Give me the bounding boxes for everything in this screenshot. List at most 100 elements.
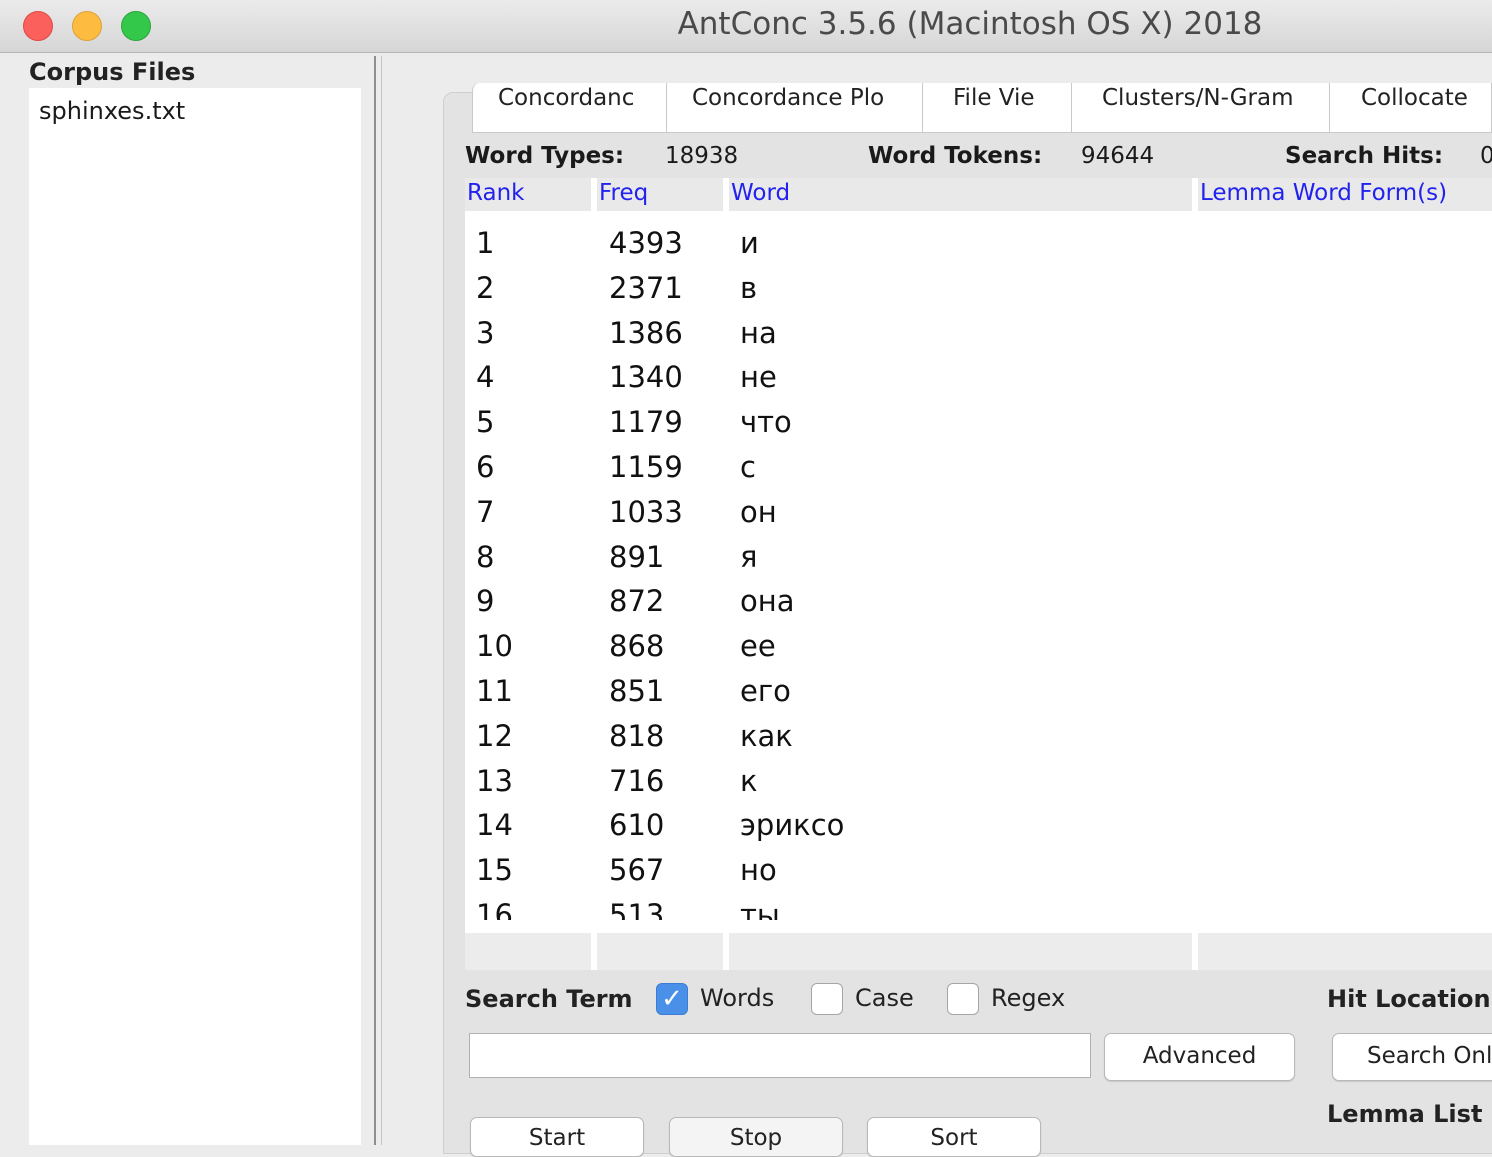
freq-cell: 716 bbox=[609, 763, 665, 798]
freq-cell: 4393 bbox=[609, 226, 683, 260]
freq-cell: 1033 bbox=[609, 494, 683, 529]
zoom-window-button[interactable] bbox=[121, 11, 151, 41]
column-header-rank[interactable]: Rank bbox=[465, 178, 591, 211]
word-cell: я bbox=[740, 539, 758, 574]
case-checkbox[interactable] bbox=[811, 983, 843, 1015]
advanced-button[interactable]: Advanced bbox=[1104, 1033, 1295, 1081]
tab-concordance[interactable]: Concordanc bbox=[472, 83, 667, 133]
table-row[interactable]: 9 872 она bbox=[465, 584, 1492, 629]
word-cell: ты bbox=[740, 897, 780, 920]
rank-cell: 3 bbox=[476, 315, 495, 350]
lemma-list-label: Lemma List bbox=[1327, 1100, 1483, 1128]
table-row[interactable]: 12 818 как bbox=[465, 719, 1492, 764]
table-row[interactable]: 1 4393 и bbox=[465, 226, 1492, 271]
word-cell: он bbox=[740, 494, 777, 529]
regex-checkbox-label: Regex bbox=[991, 984, 1066, 1012]
freq-cell: 868 bbox=[609, 629, 665, 664]
column-header-freq[interactable]: Freq bbox=[597, 178, 723, 211]
freq-cell: 891 bbox=[609, 539, 665, 574]
table-row[interactable]: 10 868 ее bbox=[465, 629, 1492, 674]
tab-clusters-ngrams[interactable]: Clusters/N-Gram bbox=[1072, 83, 1330, 133]
stop-button[interactable]: Stop bbox=[669, 1117, 843, 1157]
rank-cell: 4 bbox=[476, 360, 495, 395]
freq-cell: 610 bbox=[609, 808, 665, 843]
word-cell: и bbox=[740, 226, 759, 260]
column-header-lemma[interactable]: Lemma Word Form(s) bbox=[1198, 178, 1492, 211]
panel-splitter[interactable] bbox=[374, 56, 376, 1145]
words-checkbox[interactable]: ✓ bbox=[656, 983, 688, 1015]
table-row[interactable]: 3 1386 на bbox=[465, 316, 1492, 361]
table-row[interactable]: 13 716 к bbox=[465, 764, 1492, 809]
freq-cell: 1386 bbox=[609, 315, 683, 350]
word-cell: его bbox=[740, 673, 791, 708]
word-cell: как bbox=[740, 718, 793, 753]
table-row[interactable]: 8 891 я bbox=[465, 540, 1492, 585]
words-checkbox-label: Words bbox=[700, 984, 775, 1012]
rank-cell: 2 bbox=[476, 270, 495, 305]
rank-cell: 10 bbox=[476, 629, 513, 664]
freq-cell: 513 bbox=[609, 897, 665, 920]
lemma-filter-cell[interactable] bbox=[1198, 933, 1492, 970]
word-cell: но bbox=[740, 853, 777, 888]
word-cell: в bbox=[740, 270, 758, 305]
word-tokens-label: Word Tokens: bbox=[868, 143, 1043, 169]
search-hits-value: 0 bbox=[1480, 143, 1492, 169]
word-cell: эриксо bbox=[740, 808, 845, 843]
table-row[interactable]: 7 1033 он bbox=[465, 495, 1492, 540]
freq-filter-cell[interactable] bbox=[597, 933, 723, 970]
tab-collocates[interactable]: Collocate bbox=[1330, 83, 1492, 133]
hit-location-label: Hit Location bbox=[1327, 985, 1491, 1013]
rank-cell: 9 bbox=[476, 584, 495, 619]
freq-cell: 851 bbox=[609, 673, 665, 708]
corpus-files-label: Corpus Files bbox=[29, 58, 196, 86]
start-button[interactable]: Start bbox=[470, 1117, 644, 1157]
rank-cell: 8 bbox=[476, 539, 495, 574]
table-row[interactable]: 11 851 его bbox=[465, 674, 1492, 719]
tab-file-view[interactable]: File Vie bbox=[923, 83, 1072, 133]
search-only-button[interactable]: Search Onl bbox=[1332, 1033, 1492, 1081]
close-window-button[interactable] bbox=[23, 11, 53, 41]
table-row[interactable]: 4 1340 не bbox=[465, 360, 1492, 405]
freq-cell: 2371 bbox=[609, 270, 683, 305]
minimize-window-button[interactable] bbox=[72, 11, 102, 41]
freq-cell: 818 bbox=[609, 718, 665, 753]
word-cell: с bbox=[740, 449, 756, 484]
rank-cell: 13 bbox=[476, 763, 513, 798]
word-cell: к bbox=[740, 763, 758, 798]
word-list-rows[interactable]: 1 4393 и 2 2371 в 3 1386 на 4 1340 не 5 1179 что 6… bbox=[465, 226, 1492, 920]
word-cell: что bbox=[740, 405, 792, 440]
corpus-file-item[interactable]: sphinxes.txt bbox=[39, 97, 185, 125]
column-header-word[interactable]: Word bbox=[729, 178, 1192, 211]
word-filter-cell[interactable] bbox=[729, 933, 1192, 970]
search-term-input[interactable] bbox=[469, 1033, 1091, 1078]
table-row[interactable]: 16 513 ты bbox=[465, 898, 1492, 920]
tool-tabs: Concordanc Concordance Plo File Vie Clus… bbox=[472, 83, 1492, 133]
rank-cell: 14 bbox=[476, 808, 513, 843]
rank-cell: 15 bbox=[476, 853, 513, 888]
rank-cell: 11 bbox=[476, 673, 513, 708]
table-row[interactable]: 2 2371 в bbox=[465, 271, 1492, 316]
table-row[interactable]: 15 567 но bbox=[465, 853, 1492, 898]
rank-filter-cell[interactable] bbox=[465, 933, 591, 970]
rank-cell: 1 bbox=[476, 226, 495, 260]
table-row[interactable]: 5 1179 что bbox=[465, 405, 1492, 450]
table-row[interactable]: 6 1159 с bbox=[465, 450, 1492, 495]
word-cell: она bbox=[740, 584, 795, 619]
corpus-files-list[interactable] bbox=[29, 88, 361, 1145]
freq-cell: 1179 bbox=[609, 405, 683, 440]
panel-splitter-edge bbox=[381, 56, 382, 1145]
regex-checkbox[interactable] bbox=[947, 983, 979, 1015]
rank-cell: 6 bbox=[476, 449, 495, 484]
word-types-label: Word Types: bbox=[465, 143, 625, 169]
table-row[interactable]: 14 610 эриксо bbox=[465, 808, 1492, 853]
rank-cell: 16 bbox=[476, 897, 513, 920]
word-cell: не bbox=[740, 360, 777, 395]
word-cell: на bbox=[740, 315, 777, 350]
search-hits-label: Search Hits: bbox=[1285, 143, 1444, 169]
sort-button[interactable]: Sort bbox=[867, 1117, 1041, 1157]
word-cell: ее bbox=[740, 629, 776, 664]
freq-cell: 567 bbox=[609, 853, 665, 888]
word-types-value: 18938 bbox=[665, 143, 739, 169]
tab-concordance-plot[interactable]: Concordance Plo bbox=[667, 83, 923, 133]
word-tokens-value: 94644 bbox=[1081, 143, 1155, 169]
